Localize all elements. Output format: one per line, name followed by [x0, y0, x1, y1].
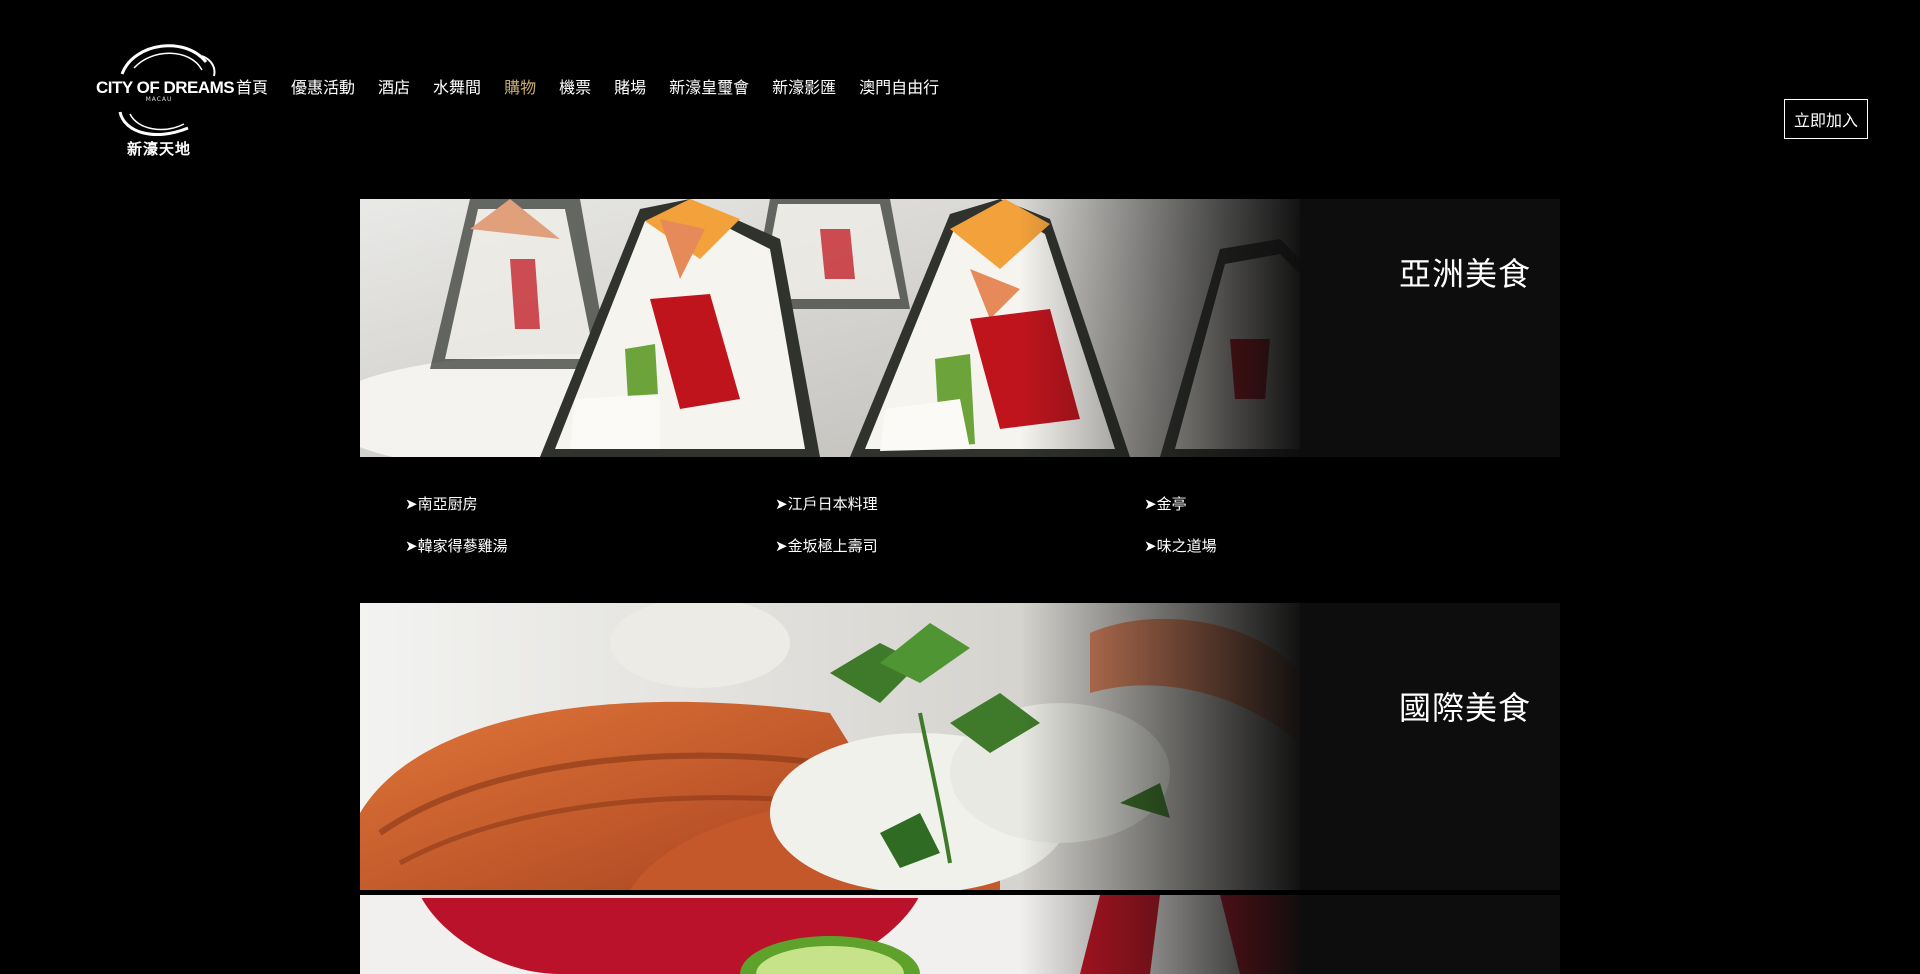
banner-fade-overlay — [1020, 603, 1340, 890]
international-cuisine-title: 國際美食 — [1398, 689, 1531, 727]
restaurant-link-edo-japanese[interactable]: ➤江戶日本料理 — [775, 492, 878, 516]
restaurant-link-aji-no-dojo[interactable]: ➤味之道場 — [1144, 534, 1217, 558]
logo-sub-text: MACAU — [145, 96, 173, 103]
site-logo[interactable]: CITY OF DREAMS MACAU 新濠天地 — [94, 36, 235, 160]
nav-item-promotions[interactable]: 優惠活動 — [291, 76, 355, 100]
nav-item-studio-city[interactable]: 新濠影匯 — [772, 76, 836, 100]
international-cuisine-banner[interactable]: 國際美食 — [360, 603, 1560, 890]
nav-item-royal-club[interactable]: 新濠皇璽會 — [669, 76, 749, 100]
restaurant-link-south-asian-kitchen[interactable]: ➤南亞厨房 — [405, 492, 478, 516]
nav-item-flights[interactable]: 機票 — [559, 76, 591, 100]
logo-chinese-text: 新濠天地 — [126, 140, 191, 158]
nav-item-shopping[interactable]: 購物 — [504, 76, 536, 100]
banner-fade-overlay — [1020, 895, 1340, 974]
nav-item-house-of-dancing-water[interactable]: 水舞間 — [433, 76, 481, 100]
restaurant-link-korean-ginseng-chicken[interactable]: ➤韓家得蔘雞湯 — [405, 534, 508, 558]
join-now-button[interactable]: 立即加入 — [1784, 99, 1868, 139]
drinks-banner[interactable] — [360, 895, 1560, 974]
asian-cuisine-title: 亞洲美食 — [1398, 255, 1531, 293]
logo-brand-text: CITY OF DREAMS — [96, 78, 235, 97]
nav-item-home[interactable]: 首頁 — [236, 76, 268, 100]
main-nav: 首頁 優惠活動 酒店 水舞間 購物 機票 賭場 新濠皇璽會 新濠影匯 澳門自由行 — [236, 76, 962, 100]
nav-item-casino[interactable]: 賭場 — [614, 76, 646, 100]
nav-item-hotels[interactable]: 酒店 — [378, 76, 410, 100]
asian-cuisine-banner[interactable]: 亞洲美食 — [360, 199, 1560, 457]
restaurant-link-kanesaka-sushi[interactable]: ➤金坂極上壽司 — [775, 534, 878, 558]
nav-item-macau-free-travel[interactable]: 澳門自由行 — [859, 76, 939, 100]
restaurant-link-jin-ting[interactable]: ➤金亭 — [1144, 492, 1187, 516]
banner-fade-overlay — [1020, 199, 1340, 457]
